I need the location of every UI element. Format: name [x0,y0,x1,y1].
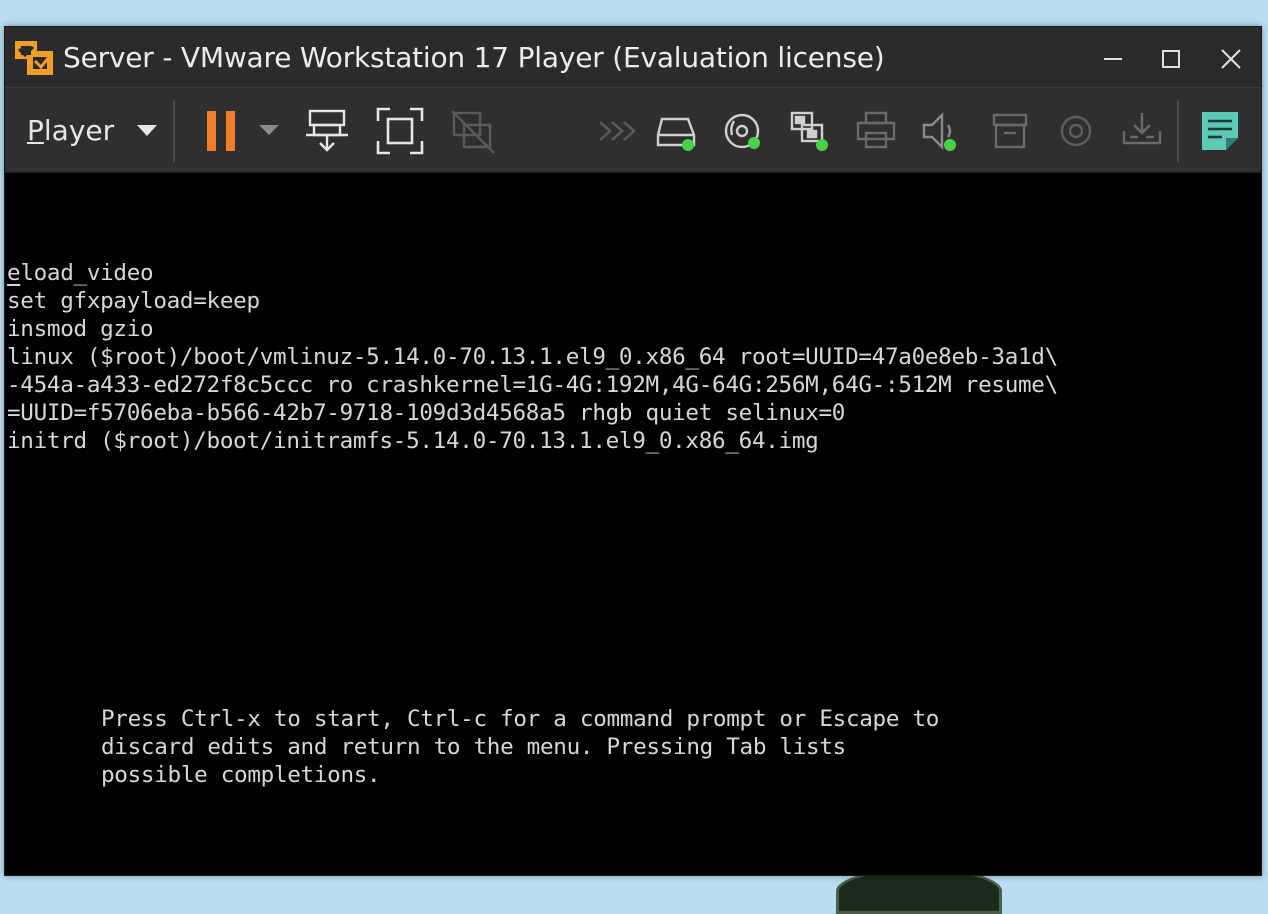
grub-line: insmod gzio [7,316,154,342]
close-button[interactable] [1203,39,1259,79]
full-screen-icon [376,107,424,155]
printer-icon [856,111,896,149]
toolbar-divider [173,100,175,162]
hard-disk-icon [656,117,696,151]
grub-line-load-video: eload_video [7,260,154,286]
power-dropdown-button[interactable] [255,118,283,142]
network-adapter-button[interactable] [785,106,835,156]
minimize-button[interactable] [1085,39,1141,79]
grub-line: -454a-a433-ed272f8c5ccc ro crashkernel=1… [7,372,1058,398]
grub-line: set gfxpayload=keep [7,288,260,314]
player-menu-label: Player [27,114,115,147]
camera-button[interactable] [1051,106,1101,156]
removable-devices-button[interactable] [1117,106,1167,156]
usb-storage-icon [992,113,1028,149]
pause-icon [207,111,235,151]
vmware-player-window: Server - VMware Workstation 17 Player (E… [4,26,1262,876]
full-screen-button[interactable] [373,104,427,158]
printer-button[interactable] [851,106,901,156]
pause-button[interactable] [201,108,241,154]
help-line: possible completions. [101,762,381,788]
toolbar-divider [1177,100,1179,162]
more-devices-button[interactable] [597,114,641,148]
close-icon [1221,49,1241,69]
grub-line: =UUID=f5706eba-b566-42b7-9718-109d3d4568… [7,400,846,426]
chevron-down-icon [137,125,158,136]
grub-edit-buffer[interactable]: eload_video set gfxpayload=keep insmod g… [7,259,1058,455]
minimize-icon [1104,58,1122,60]
vm-console-screen[interactable]: eload_video set gfxpayload=keep insmod g… [5,173,1261,875]
maximize-button[interactable] [1143,39,1199,79]
title-bar[interactable]: Server - VMware Workstation 17 Player (E… [5,27,1261,87]
message-log-button[interactable] [1195,106,1245,156]
send-ctrl-alt-del-icon [306,109,348,152]
player-menu-button[interactable]: Player [15,106,165,156]
camera-icon [1060,115,1092,147]
vmware-logo-icon [15,41,53,75]
usb-storage-button[interactable] [985,106,1035,156]
grub-line: initrd ($root)/boot/initramfs-5.14.0-70.… [7,428,819,454]
help-line: discard edits and return to the menu. Pr… [101,734,846,760]
grub-help-text: Press Ctrl-x to start, Ctrl-c for a comm… [101,705,939,789]
maximize-icon [1162,50,1180,68]
hard-disk-button[interactable] [653,106,703,156]
grub-line: linux ($root)/boot/vmlinuz-5.14.0-70.13.… [7,344,1058,370]
sound-card-button[interactable] [917,106,967,156]
window-title: Server - VMware Workstation 17 Player (E… [63,41,885,74]
message-log-icon [1202,112,1238,150]
network-adapter-icon [790,111,828,151]
more-devices-icon [599,121,636,141]
sound-card-icon [922,112,956,151]
cd-dvd-button[interactable] [719,106,769,156]
unity-icon [451,110,495,154]
unity-button[interactable] [447,106,499,158]
text-cursor: e [7,260,21,286]
toolbar: Player [5,87,1261,173]
removable-devices-icon [1122,113,1162,145]
cd-dvd-icon [724,113,760,149]
chevron-down-icon [259,125,279,135]
send-ctrl-alt-del-button[interactable] [303,106,353,156]
help-line: Press Ctrl-x to start, Ctrl-c for a comm… [101,706,940,732]
